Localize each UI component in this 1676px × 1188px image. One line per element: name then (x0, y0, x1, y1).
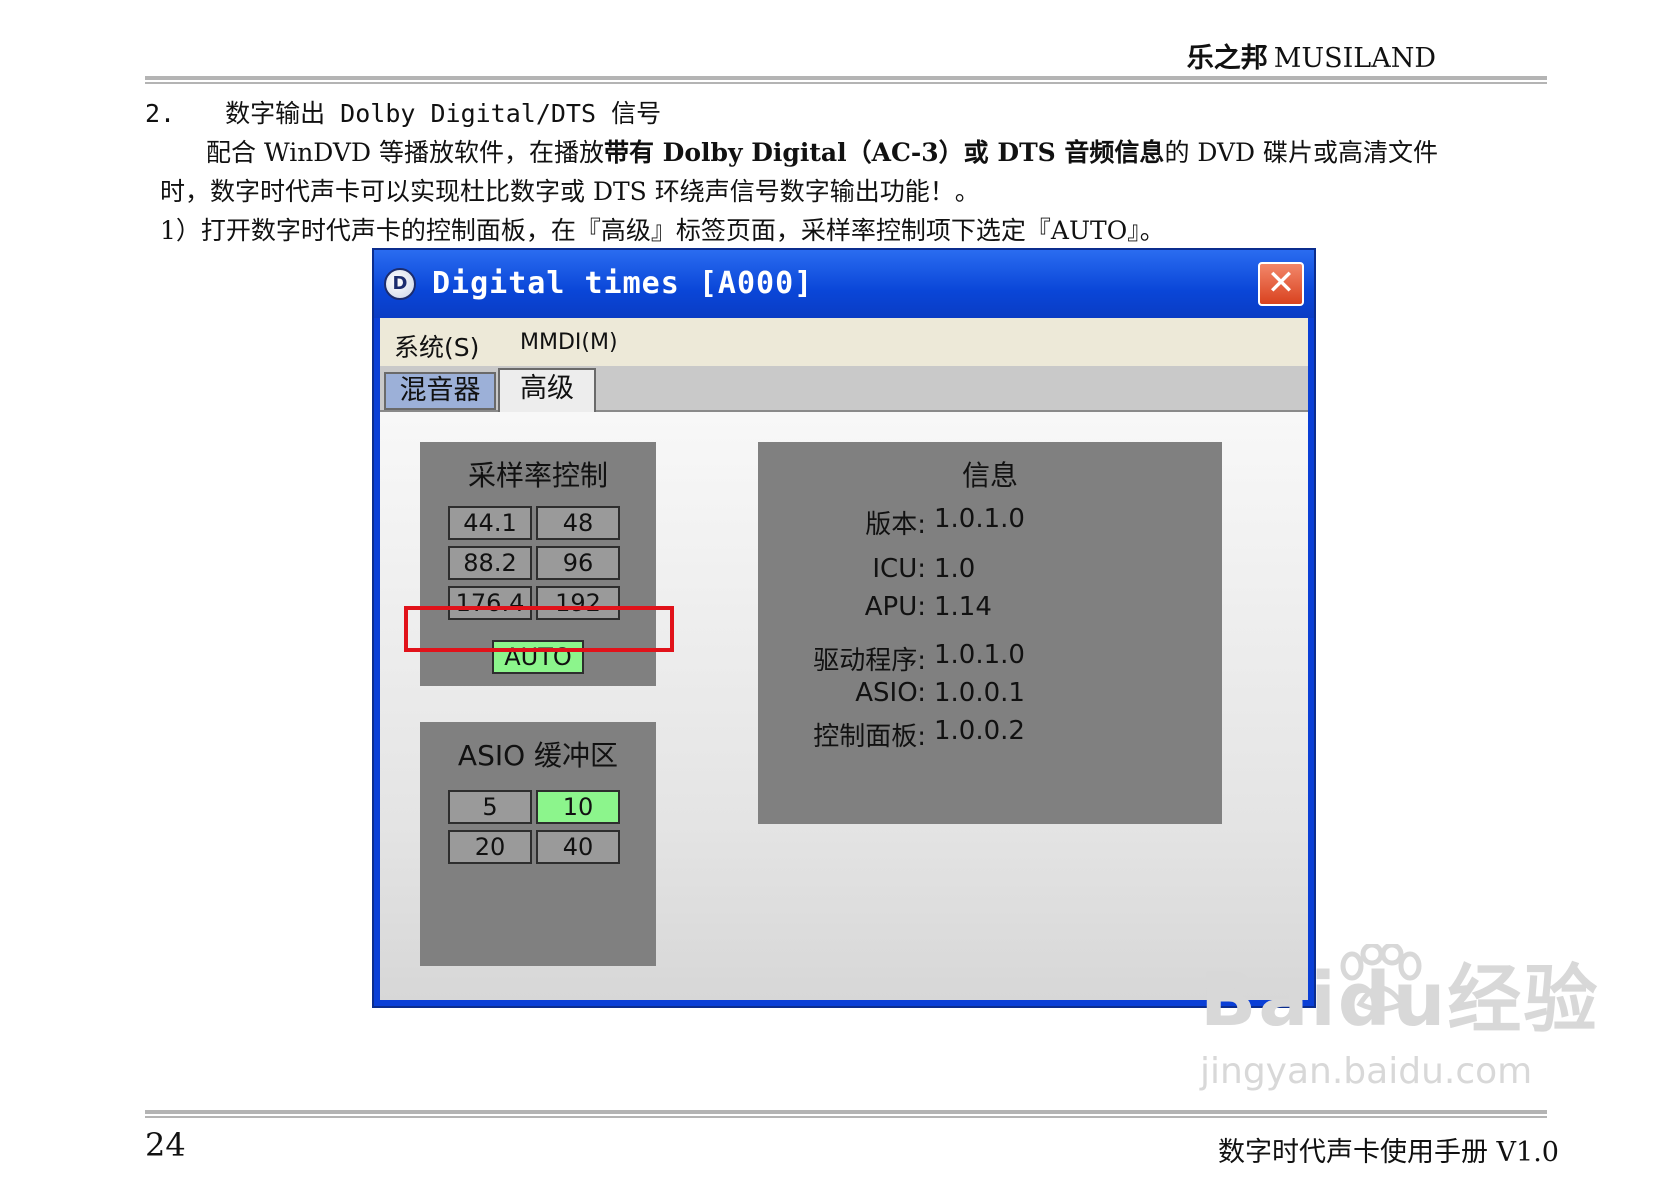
menu-mmdi[interactable]: MMDI(M) (520, 330, 618, 355)
asio-5-button[interactable]: 5 (448, 790, 532, 824)
header-rule (145, 76, 1547, 84)
asio-20-button[interactable]: 20 (448, 830, 532, 864)
auto-highlight-box (404, 606, 674, 652)
info-group: 信息 版本: 1.0.1.0 ICU: 1.0 APU: 1.14 驱动程序: 1.0.… (758, 442, 1222, 824)
asio-buffer-group: ASIO 缓冲区 5 10 20 40 (420, 722, 656, 966)
page-number: 24 (145, 1126, 186, 1164)
asio-10-button[interactable]: 10 (536, 790, 620, 824)
para-text-a: 配合 WinDVD 等播放软件，在播放 (206, 138, 604, 167)
para-bold-text: 带有 Dolby Digital（AC-3）或 DTS 音频信息 (603, 138, 1165, 167)
watermark-line-2: jingyan.baidu.com (1200, 1051, 1533, 1092)
paragraph-line-1: 配合 WinDVD 等播放软件，在播放带有 Dolby Digital（AC-3… (206, 133, 1438, 169)
tab-strip: 混音器 高级 (380, 366, 1308, 412)
asio-buffer-title: ASIO 缓冲区 (457, 739, 619, 772)
rate-96-button[interactable]: 96 (536, 546, 620, 580)
info-value: 1.14 (934, 592, 992, 622)
header-brand: 乐之邦 MUSILAND (1187, 36, 1436, 75)
window-titlebar[interactable]: D Digital times [A000] ✕ (374, 250, 1314, 318)
info-key: 版本: (865, 510, 926, 540)
tab-advanced[interactable]: 高级 (498, 368, 596, 412)
info-key: ICU: (872, 554, 926, 584)
window-title: Digital times [A000] (432, 266, 814, 301)
menu-bar: 系统(S) MMDI(M) (380, 318, 1308, 366)
brand-en: MUSILAND (1273, 43, 1436, 74)
info-key: 控制面板: (813, 722, 926, 752)
info-key: APU: (864, 592, 926, 622)
tab-mixer[interactable]: 混音器 (384, 372, 496, 410)
rate-44-1-button[interactable]: 44.1 (448, 506, 532, 540)
sample-rate-title: 采样率控制 (467, 459, 608, 492)
rate-88-2-button[interactable]: 88.2 (448, 546, 532, 580)
rate-48-button[interactable]: 48 (536, 506, 620, 540)
info-value: 1.0.0.1 (934, 678, 1025, 708)
footer-title: 数字时代声卡使用手册 V1.0 (1217, 1137, 1559, 1168)
footer-rule (145, 1110, 1547, 1118)
info-value: 1.0.1.0 (934, 504, 1025, 534)
paragraph-line-2: 时，数字时代声卡可以实现杜比数字或 DTS 环绕声信号数字输出功能！。 (160, 177, 980, 206)
control-panel-window: D Digital times [A000] ✕ 系统(S) MMDI(M) 混… (372, 248, 1316, 1008)
advanced-panel: 采样率控制 44.1 48 88.2 96 176.4 192 AUTO ASI… (380, 412, 1308, 1000)
section-heading: 2. 数字输出 Dolby Digital/DTS 信号 (145, 94, 661, 130)
menu-system[interactable]: 系统(S) (394, 328, 479, 364)
info-value: 1.0.1.0 (934, 640, 1025, 670)
app-logo-icon: D (384, 268, 416, 300)
window-client: 系统(S) MMDI(M) 混音器 高级 采样率控制 44.1 48 88.2 … (380, 318, 1308, 1000)
asio-40-button[interactable]: 40 (536, 830, 620, 864)
info-key: 驱动程序: (813, 646, 926, 676)
info-value: 1.0.0.2 (934, 716, 1025, 746)
section-title: 数字输出 Dolby Digital/DTS 信号 (225, 99, 662, 128)
brand-cn: 乐之邦 (1186, 43, 1268, 74)
close-button[interactable]: ✕ (1258, 262, 1304, 306)
info-value: 1.0 (934, 554, 976, 584)
baidu-paw-icon (1340, 944, 1422, 1012)
para-text-b: 的 DVD 碟片或高清文件 (1164, 138, 1439, 167)
info-key: ASIO: (855, 678, 926, 708)
section-number: 2. (145, 99, 176, 128)
step-1: 1）打开数字时代声卡的控制面板，在『高级』标签页面，采样率控制项下选定『AUTO… (160, 216, 1165, 245)
info-title: 信息 (961, 459, 1018, 492)
